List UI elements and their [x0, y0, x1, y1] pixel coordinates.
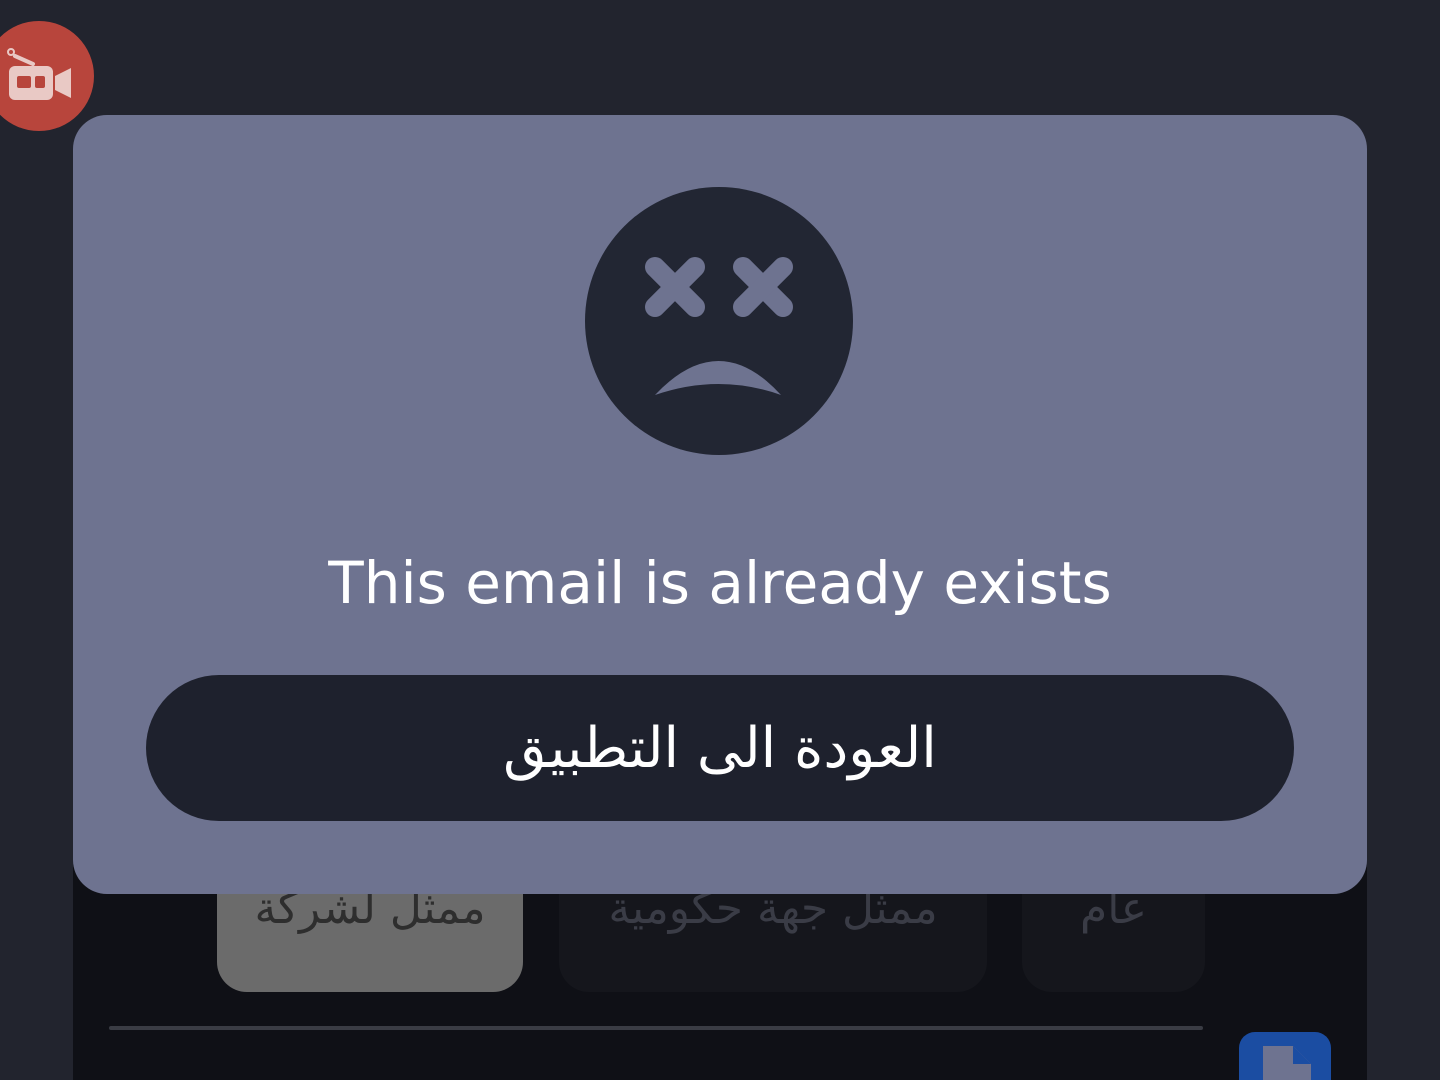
screen-record-button[interactable]: [0, 21, 94, 131]
screen: ممثل لشركة ممثل جهة حكومية عام This emai…: [0, 0, 1440, 1080]
divider: [109, 1026, 1203, 1030]
attach-file-button[interactable]: [1239, 1032, 1331, 1080]
error-message: This email is already exists: [328, 549, 1112, 617]
video-record-icon: [7, 48, 71, 100]
sad-face-icon: [585, 187, 853, 455]
file-icon: [1263, 1046, 1311, 1080]
back-to-app-button[interactable]: العودة الى التطبيق: [146, 675, 1294, 821]
error-dialog: This email is already exists العودة الى …: [73, 115, 1367, 894]
